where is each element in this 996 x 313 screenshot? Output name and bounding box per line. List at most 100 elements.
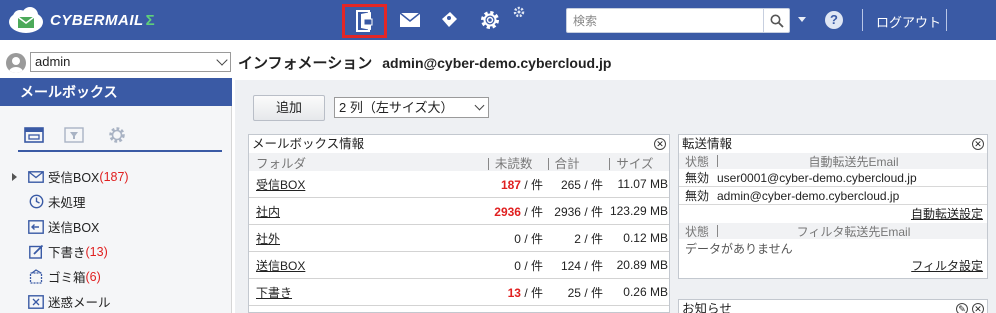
folder-count: (6) bbox=[85, 269, 101, 284]
clock-icon bbox=[28, 194, 44, 210]
outbox-icon bbox=[28, 219, 44, 235]
table-row: 下書き 13 / 件 25 / 件 0.26 MB bbox=[249, 279, 669, 306]
header-size: サイズ bbox=[603, 153, 669, 172]
user-avatar-icon bbox=[6, 53, 26, 73]
edit-icon[interactable]: ✎ bbox=[956, 303, 968, 313]
search-options-chevron-down-icon[interactable] bbox=[798, 17, 806, 22]
panel-title: 転送情報 ✕ bbox=[679, 135, 987, 153]
divider bbox=[946, 9, 947, 31]
auto-forward-settings-link[interactable]: 自動転送設定 bbox=[911, 207, 983, 221]
forward-email: admin@cyber-demo.cybercloud.jp bbox=[717, 188, 900, 203]
search-input[interactable] bbox=[567, 9, 763, 32]
user-select-value: admin bbox=[35, 54, 71, 69]
draft-icon bbox=[28, 244, 44, 260]
trash-icon bbox=[28, 269, 44, 285]
user-select[interactable]: admin bbox=[30, 52, 231, 72]
inbox-icon bbox=[28, 169, 44, 185]
table-header: 状態 フィルタ転送先Email bbox=[679, 223, 987, 239]
unread-cell: 187 / 件 bbox=[500, 177, 543, 192]
sidebar-tabs bbox=[18, 122, 222, 152]
total-cell: 265 / 件 bbox=[560, 177, 603, 192]
tab-settings[interactable] bbox=[104, 124, 130, 146]
panel-title-text: 転送情報 bbox=[682, 137, 733, 151]
layout-select[interactable]: 2 列（左サイズ大） bbox=[334, 97, 489, 118]
expand-arrow-icon[interactable] bbox=[12, 173, 17, 181]
folder-label: ゴミ箱 bbox=[48, 271, 86, 285]
search-button[interactable] bbox=[763, 9, 789, 32]
filter-settings-row: フィルタ設定 bbox=[679, 257, 987, 275]
folder-item-trash[interactable]: ゴミ箱 (6) bbox=[0, 264, 232, 289]
app-sigma: Σ bbox=[145, 11, 155, 29]
table-row: 受信BOX 187 / 件 265 / 件 11.07 MB bbox=[249, 171, 669, 198]
page-title-text: インフォメーション bbox=[238, 55, 373, 72]
search-box bbox=[566, 8, 790, 33]
panel-title: メールボックス情報 ✕ bbox=[249, 135, 669, 153]
gear-tab-icon bbox=[109, 127, 125, 143]
total-cell: 25 / 件 bbox=[567, 285, 603, 300]
folder-cell: 社内 bbox=[249, 203, 477, 220]
admin-settings-icon[interactable] bbox=[506, 2, 532, 22]
divider bbox=[862, 9, 863, 31]
mailbox-rows: 受信BOX 187 / 件 265 / 件 11.07 MB 社内 2936 / 件 293… bbox=[249, 171, 669, 306]
logout-link[interactable]: ログアウト bbox=[876, 12, 941, 31]
folder-link[interactable]: 送信BOX bbox=[256, 259, 305, 273]
forward-email: user0001@cyber-demo.cybercloud.jp bbox=[717, 170, 917, 185]
cloud-logo-icon bbox=[6, 5, 46, 35]
close-icon[interactable]: ✕ bbox=[972, 138, 984, 150]
close-icon[interactable]: ✕ bbox=[972, 303, 984, 313]
folder-item-spam[interactable]: 迷惑メール bbox=[0, 289, 232, 313]
mail-icon[interactable] bbox=[392, 7, 428, 33]
folder-item-inbox[interactable]: 受信BOX (187) bbox=[0, 164, 232, 189]
unread-cell: 2936 / 件 bbox=[494, 204, 543, 219]
information-icon[interactable] bbox=[342, 4, 387, 38]
folder-cell: 社外 bbox=[249, 230, 477, 247]
folder-link[interactable]: 受信BOX bbox=[256, 178, 305, 192]
table-row: 社外 0 / 件 2 / 件 0.12 MB bbox=[249, 225, 669, 252]
total-cell: 2936 / 件 bbox=[554, 204, 603, 219]
header-folder: フォルダ bbox=[256, 156, 307, 171]
table-row: 無効 user0001@cyber-demo.cybercloud.jp bbox=[679, 169, 987, 187]
filter-settings-link[interactable]: フィルタ設定 bbox=[911, 259, 983, 273]
folder-link[interactable]: 社外 bbox=[256, 232, 280, 246]
forward-info-panel: 転送情報 ✕ 状態 自動転送先Email 無効 user0001@cyber-d… bbox=[678, 134, 988, 279]
forward-status: 無効 bbox=[685, 171, 710, 185]
folder-label: 下書き bbox=[48, 246, 86, 260]
folder-cell: 送信BOX bbox=[249, 257, 477, 274]
empty-message: データがありません bbox=[685, 241, 793, 256]
folder-item-drafts[interactable]: 下書き (13) bbox=[0, 239, 232, 264]
search-icon bbox=[770, 14, 784, 28]
folder-count: (187) bbox=[99, 169, 129, 184]
close-icon[interactable]: ✕ bbox=[654, 138, 666, 150]
folder-item-sent[interactable]: 送信BOX bbox=[0, 214, 232, 239]
mailbox-table: フォルダ 未読数 合計 サイズ 受信BOX 187 / 件 265 / 件 11.07… bbox=[249, 153, 669, 306]
panel-title-text: メールボックス情報 bbox=[252, 137, 365, 151]
tab-filters[interactable] bbox=[61, 124, 87, 146]
folder-item-pending[interactable]: 未処理 bbox=[0, 189, 232, 214]
folder-link[interactable]: 社内 bbox=[256, 205, 280, 219]
total-cell: 2 / 件 bbox=[574, 231, 603, 246]
settings-gear-icon[interactable] bbox=[472, 7, 508, 33]
chevron-down-icon bbox=[216, 54, 228, 66]
table-header: 状態 自動転送先Email bbox=[679, 153, 987, 169]
help-icon[interactable]: ? bbox=[825, 11, 843, 29]
logo[interactable]: CYBERMAIL Σ bbox=[6, 5, 155, 35]
header-unread: 未読数 bbox=[482, 153, 542, 172]
address-book-icon[interactable] bbox=[431, 7, 467, 33]
sidebar-panel: 受信BOX (187) 未処理 送信BOX 下書き (13) ゴミ箱 (6) 迷… bbox=[0, 106, 232, 313]
header-filter-forward: フィルタ転送先Email bbox=[796, 224, 911, 239]
folder-label: 受信BOX bbox=[48, 171, 100, 185]
folder-label: 迷惑メール bbox=[48, 296, 111, 310]
folder-label: 送信BOX bbox=[48, 221, 100, 235]
tab-folders[interactable] bbox=[21, 124, 47, 146]
layout-select-value: 2 列（左サイズ大） bbox=[339, 100, 454, 115]
add-button[interactable]: 追加 bbox=[253, 95, 325, 121]
forward-status: 無効 bbox=[685, 189, 710, 203]
folder-tab-icon bbox=[24, 127, 44, 143]
filter-tab-icon bbox=[64, 127, 84, 143]
folder-cell: 受信BOX bbox=[249, 176, 477, 193]
page-title: インフォメーション admin@cyber-demo.cybercloud.jp bbox=[238, 52, 611, 73]
folder-tree: 受信BOX (187) 未処理 送信BOX 下書き (13) ゴミ箱 (6) 迷… bbox=[0, 164, 232, 313]
panel-title-text: お知らせ bbox=[682, 302, 732, 313]
folder-link[interactable]: 下書き bbox=[256, 286, 292, 300]
folder-count: (13) bbox=[85, 244, 108, 259]
